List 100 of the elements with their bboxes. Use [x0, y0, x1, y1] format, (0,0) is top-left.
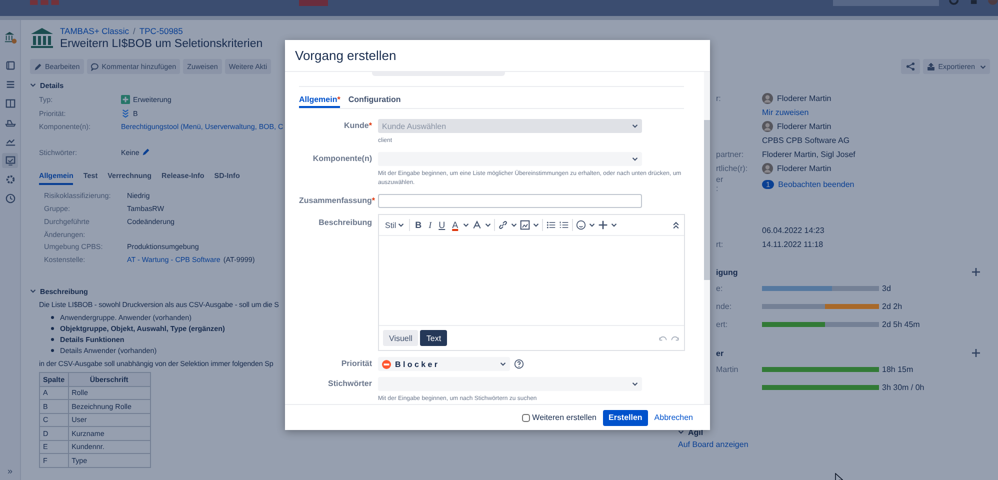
- select-field[interactable]: [378, 377, 642, 391]
- chevron-down-icon: [500, 362, 506, 366]
- scrollbar[interactable]: [704, 72, 710, 404]
- tab[interactable]: Configuration: [348, 95, 401, 108]
- tab[interactable]: Allgemein*: [299, 95, 340, 108]
- share-button[interactable]: [901, 59, 920, 74]
- pencil-icon[interactable]: [142, 148, 150, 156]
- format-button[interactable]: A: [450, 220, 460, 230]
- field-value: Floderer Martin: [777, 94, 832, 102]
- field-label: Martin: [716, 364, 740, 374]
- format-button[interactable]: B: [413, 220, 424, 230]
- field-label: :: [716, 184, 720, 193]
- board-link[interactable]: Auf Board anzeigen: [678, 440, 990, 449]
- format-button[interactable]: U: [436, 220, 448, 230]
- field-label: Zusammenfassung: [299, 196, 372, 205]
- pencil-icon: [34, 62, 42, 70]
- bullet-icon: [51, 316, 54, 319]
- chevron-down-icon: [632, 124, 638, 128]
- chevron-down-icon: [533, 223, 540, 227]
- breadcrumb-link[interactable]: TAMBAS+ Classic: [60, 26, 130, 36]
- avatar-icon: [762, 92, 773, 104]
- checkbox-label: Weiteren erstellen: [532, 413, 596, 422]
- field-label: rtliche(r):: [716, 164, 749, 172]
- share-icon: [906, 62, 916, 71]
- redo-icon[interactable]: [670, 334, 680, 342]
- format-button[interactable]: I: [426, 220, 434, 230]
- chevron-down-icon: [632, 157, 638, 161]
- chevron-down-icon: [485, 223, 492, 227]
- plus-icon[interactable]: [972, 349, 980, 357]
- undo-icon[interactable]: [658, 334, 668, 342]
- speech-bubble-icon: [90, 62, 99, 70]
- link-icon[interactable]: [498, 220, 508, 230]
- text-style-icon[interactable]: [472, 220, 482, 230]
- field-label: Stichwörter: [328, 379, 372, 388]
- chevron-down-icon: [589, 223, 596, 227]
- emoji-icon[interactable]: [576, 220, 586, 230]
- chevron-down-icon[interactable]: [678, 430, 684, 434]
- required-marker: *: [372, 196, 376, 205]
- field-value: Floderer Martin: [777, 164, 832, 172]
- field-label: Priorität: [341, 359, 372, 368]
- chevron-down-icon: [632, 382, 638, 386]
- columns-icon: [4, 98, 16, 109]
- bullet-icon: [51, 327, 54, 330]
- bank-icon: [30, 26, 54, 50]
- list-icon: [4, 79, 16, 90]
- plus-icon[interactable]: [598, 220, 608, 230]
- image-icon[interactable]: [520, 220, 530, 230]
- breadcrumb-link[interactable]: TPC-50985: [139, 26, 183, 36]
- date-value: 06.04.2022 14:23: [762, 226, 824, 234]
- select-field[interactable]: [378, 152, 642, 166]
- required-marker: *: [368, 121, 372, 130]
- field-label: partner:: [716, 150, 745, 158]
- field-label: Beschreibung: [318, 218, 372, 227]
- field-label: ert:: [716, 320, 729, 328]
- field-label: nde:: [716, 302, 733, 310]
- plus-square-icon: [121, 95, 130, 104]
- monitor-icon: [4, 155, 16, 166]
- avatar-icon: [762, 162, 773, 174]
- bullet-icon: [51, 349, 54, 352]
- bullet-list-icon[interactable]: [546, 220, 556, 230]
- chevrons-down-icon: [121, 108, 130, 118]
- chevron-down-icon: [611, 223, 618, 227]
- sidebar-item[interactable]: [2, 153, 18, 168]
- field-label: Komponente(n): [312, 154, 372, 163]
- create-button[interactable]: Erstellen: [602, 410, 648, 426]
- assign-link[interactable]: Mir zuweisen: [762, 108, 809, 116]
- checkbox[interactable]: [522, 414, 530, 422]
- blocker-icon: [382, 360, 391, 368]
- time-value: 2d 2h: [882, 302, 902, 310]
- clock-icon: [4, 193, 16, 204]
- stop-watching-link[interactable]: Beobachten beenden: [778, 180, 854, 188]
- bullet-icon: [51, 338, 54, 341]
- avatar-icon: [762, 120, 773, 132]
- chevron-down-icon[interactable]: [30, 289, 36, 293]
- search-field[interactable]: [832, 0, 940, 6]
- field-label: e:: [716, 284, 724, 292]
- double-chevron-up-icon[interactable]: [672, 221, 680, 229]
- chevron-down-icon: [398, 223, 404, 227]
- page-icon: [4, 60, 16, 71]
- time-value: 2d 5h 45m: [882, 320, 920, 328]
- field-label: er: [716, 175, 724, 184]
- field-value: Floderer Martin, Sigl Josef: [762, 150, 856, 158]
- expand-sidebar-button[interactable]: »: [7, 466, 12, 476]
- issue-title: Erweitern LI$BOB um Seletionskriterien: [60, 38, 263, 50]
- chevron-down-icon[interactable]: [30, 83, 36, 87]
- field-label: r:: [716, 94, 722, 102]
- mode-tab[interactable]: Visuell: [383, 330, 418, 346]
- priority-select[interactable]: Blocker: [378, 357, 510, 371]
- plus-icon[interactable]: [972, 268, 980, 276]
- numbered-list-icon[interactable]: [559, 220, 570, 230]
- section-heading: er: [716, 348, 724, 358]
- cancel-link[interactable]: Abbrechen: [654, 413, 693, 422]
- text-field[interactable]: [378, 194, 642, 208]
- mode-tab[interactable]: Text: [420, 330, 448, 346]
- time-value: 3d: [882, 284, 891, 292]
- upload-icon: [927, 62, 936, 70]
- dialog-title: Vorgang erstellen: [295, 48, 396, 63]
- style-dropdown[interactable]: Stil: [383, 220, 406, 230]
- field-label: rt:: [716, 240, 724, 248]
- field-value: CPBS CPB Software AG: [762, 136, 850, 144]
